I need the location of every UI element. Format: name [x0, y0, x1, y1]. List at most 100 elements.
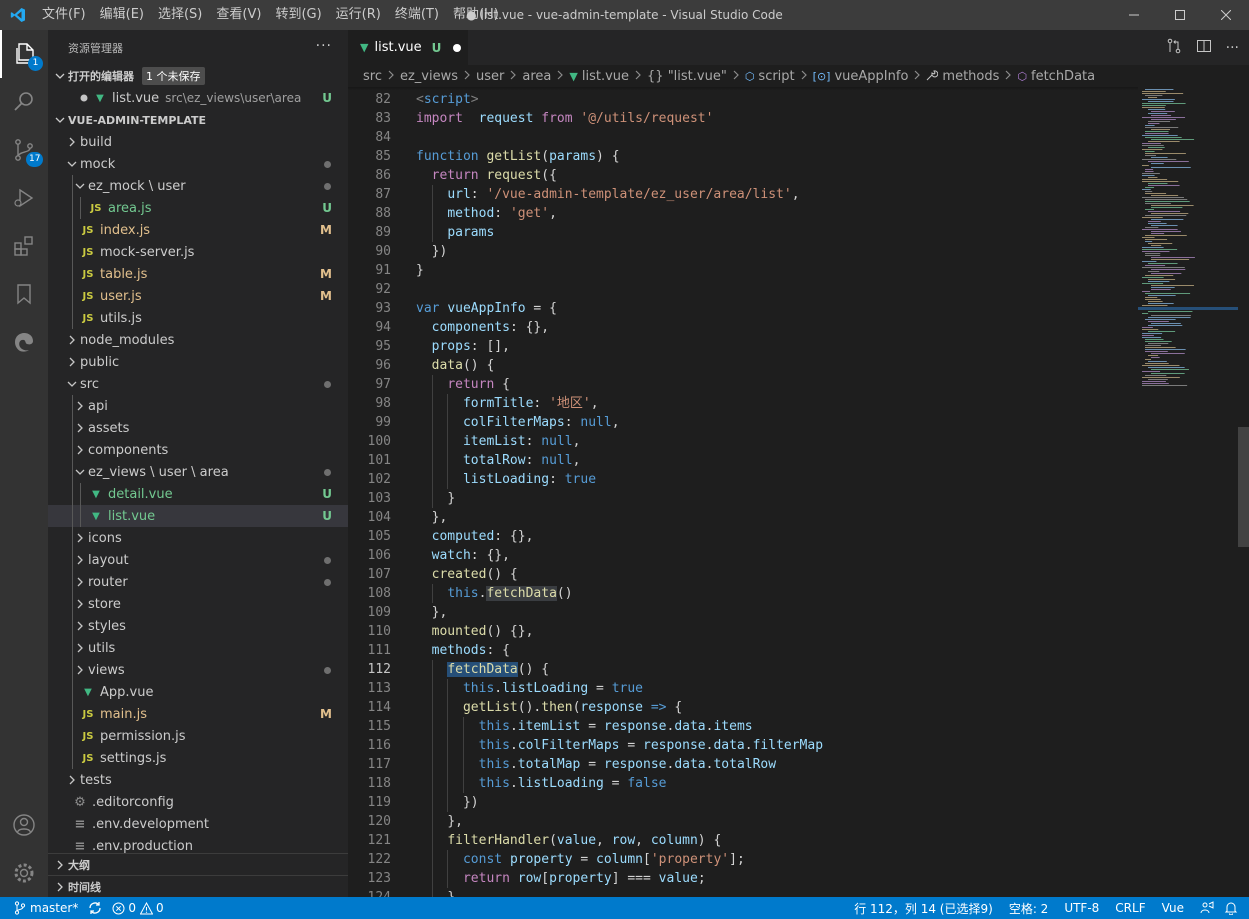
code-line[interactable]: 92	[348, 280, 1138, 299]
unsaved-dot-icon[interactable]	[453, 43, 462, 52]
tree-file[interactable]: ≡ .env.development	[48, 813, 348, 835]
code-line[interactable]: 102 listLoading: true	[348, 470, 1138, 489]
code-line[interactable]: 89 params	[348, 223, 1138, 242]
tree-file[interactable]: ▼ list.vue U	[48, 505, 348, 527]
code-line[interactable]: 120 },	[348, 812, 1138, 831]
tree-file[interactable]: JS utils.js	[48, 307, 348, 329]
code-line[interactable]: 94 components: {},	[348, 318, 1138, 337]
outline-section-header[interactable]: 大纲	[48, 853, 348, 875]
code-view[interactable]: 82 <script> 83 import request from '@/utils…	[348, 87, 1138, 897]
tree-file[interactable]: JS user.js M	[48, 285, 348, 307]
chevron-right-icon[interactable]	[72, 445, 88, 455]
code-line[interactable]: 98 formTitle: '地区',	[348, 394, 1138, 413]
dirty-dot-icon[interactable]	[76, 94, 92, 102]
tree-folder[interactable]: tests	[48, 769, 348, 791]
breadcrumb-item[interactable]: fetchData	[1031, 69, 1095, 84]
tree-folder[interactable]: node_modules	[48, 329, 348, 351]
code-line[interactable]: 115 this.itemList = response.data.items	[348, 717, 1138, 736]
code-line[interactable]: 90 })	[348, 242, 1138, 261]
code-line[interactable]: 97 return {	[348, 375, 1138, 394]
chevron-right-icon[interactable]	[64, 775, 80, 785]
breadcrumb-item[interactable]: ez_views	[400, 69, 458, 84]
chevron-down-icon[interactable]	[64, 379, 80, 389]
chevron-right-icon[interactable]	[72, 643, 88, 653]
code-line[interactable]: 110 mounted() {},	[348, 622, 1138, 641]
tree-file[interactable]: ▼ App.vue	[48, 681, 348, 703]
tree-file[interactable]: JS index.js M	[48, 219, 348, 241]
tree-file[interactable]: JS main.js M	[48, 703, 348, 725]
bookmarks-icon[interactable]	[0, 270, 48, 318]
breadcrumb-item[interactable]: vueAppInfo	[834, 69, 908, 84]
tree-folder[interactable]: build	[48, 131, 348, 153]
scrollbar-thumb[interactable]	[1238, 427, 1249, 547]
tree-file[interactable]: JS permission.js	[48, 725, 348, 747]
tree-folder[interactable]: assets	[48, 417, 348, 439]
chevron-down-icon[interactable]	[64, 159, 80, 169]
chevron-down-icon[interactable]	[72, 467, 88, 477]
code-line[interactable]: 123 return row[property] === value;	[348, 869, 1138, 888]
code-line[interactable]: 86 return request({	[348, 166, 1138, 185]
code-line[interactable]: 117 this.totalMap = response.data.totalR…	[348, 755, 1138, 774]
timeline-section-header[interactable]: 时间线	[48, 875, 348, 897]
tree-folder[interactable]: router	[48, 571, 348, 593]
tree-folder[interactable]: icons	[48, 527, 348, 549]
tree-file[interactable]: JS area.js U	[48, 197, 348, 219]
code-line[interactable]: 100 itemList: null,	[348, 432, 1138, 451]
code-line[interactable]: 85 function getList(params) {	[348, 147, 1138, 166]
source-control-icon[interactable]: 17	[0, 126, 48, 174]
menu-item[interactable]: 运行(R)	[329, 0, 388, 30]
breadcrumb-item[interactable]: script	[758, 69, 794, 84]
tree-file[interactable]: JS mock-server.js	[48, 241, 348, 263]
encoding[interactable]: UTF-8	[1059, 897, 1104, 919]
chevron-down-icon[interactable]	[72, 181, 88, 191]
breadcrumb-item[interactable]: src	[363, 69, 382, 84]
feedback-icon[interactable]	[1195, 897, 1219, 919]
code-line[interactable]: 95 props: [],	[348, 337, 1138, 356]
breadcrumb-item[interactable]: {} "list.vue"	[647, 69, 727, 84]
tree-folder[interactable]: ez_views \ user \ area	[48, 461, 348, 483]
tree-folder[interactable]: components	[48, 439, 348, 461]
menu-item[interactable]: 帮助(H)	[446, 0, 506, 30]
minimap[interactable]	[1138, 87, 1238, 897]
code-line[interactable]: 116 this.colFilterMaps = response.data.f…	[348, 736, 1138, 755]
project-header[interactable]: VUE-ADMIN-TEMPLATE	[48, 109, 348, 131]
extensions-icon[interactable]	[0, 222, 48, 270]
tree-folder[interactable]: mock	[48, 153, 348, 175]
problems-status[interactable]: 0 0	[107, 897, 168, 919]
code-line[interactable]: 106 watch: {},	[348, 546, 1138, 565]
open-editor-item[interactable]: ▼ list.vue src\ez_views\user\area U	[48, 87, 348, 109]
menu-item[interactable]: 转到(G)	[268, 0, 328, 30]
code-line[interactable]: 93 var vueAppInfo = {	[348, 299, 1138, 318]
code-line[interactable]: 107 created() {	[348, 565, 1138, 584]
breadcrumb-item[interactable]: user	[476, 69, 504, 84]
code-line[interactable]: 109 },	[348, 603, 1138, 622]
breadcrumb-item[interactable]: list.vue	[582, 69, 629, 84]
chevron-right-icon[interactable]	[72, 423, 88, 433]
code-line[interactable]: 103 }	[348, 489, 1138, 508]
chevron-right-icon[interactable]	[72, 577, 88, 587]
menu-item[interactable]: 查看(V)	[209, 0, 268, 30]
menu-item[interactable]: 文件(F)	[35, 0, 93, 30]
open-editors-header[interactable]: 打开的编辑器 1 个未保存	[48, 65, 348, 87]
chevron-right-icon[interactable]	[72, 401, 88, 411]
notifications-bell-icon[interactable]	[1219, 897, 1243, 919]
code-line[interactable]: 113 this.listLoading = true	[348, 679, 1138, 698]
breadcrumb-item[interactable]: area	[522, 69, 551, 84]
explorer-icon[interactable]: 1	[0, 30, 48, 78]
maximize-button[interactable]	[1157, 0, 1203, 30]
tree-folder[interactable]: store	[48, 593, 348, 615]
code-line[interactable]: 101 totalRow: null,	[348, 451, 1138, 470]
code-line[interactable]: 111 methods: {	[348, 641, 1138, 660]
more-actions-icon[interactable]: ···	[1226, 40, 1239, 56]
menu-item[interactable]: 编辑(E)	[93, 0, 151, 30]
chevron-right-icon[interactable]	[64, 137, 80, 147]
line-ending[interactable]: CRLF	[1110, 897, 1150, 919]
tree-folder[interactable]: api	[48, 395, 348, 417]
code-line[interactable]: 119 })	[348, 793, 1138, 812]
sync-button[interactable]	[83, 897, 107, 919]
cursor-position[interactable]: 行 112，列 14 (已选择9)	[849, 897, 998, 919]
tab-list-vue[interactable]: ▼ list.vue U	[348, 30, 468, 65]
search-icon[interactable]	[0, 78, 48, 126]
chevron-right-icon[interactable]	[64, 335, 80, 345]
tree-file[interactable]: JS table.js M	[48, 263, 348, 285]
